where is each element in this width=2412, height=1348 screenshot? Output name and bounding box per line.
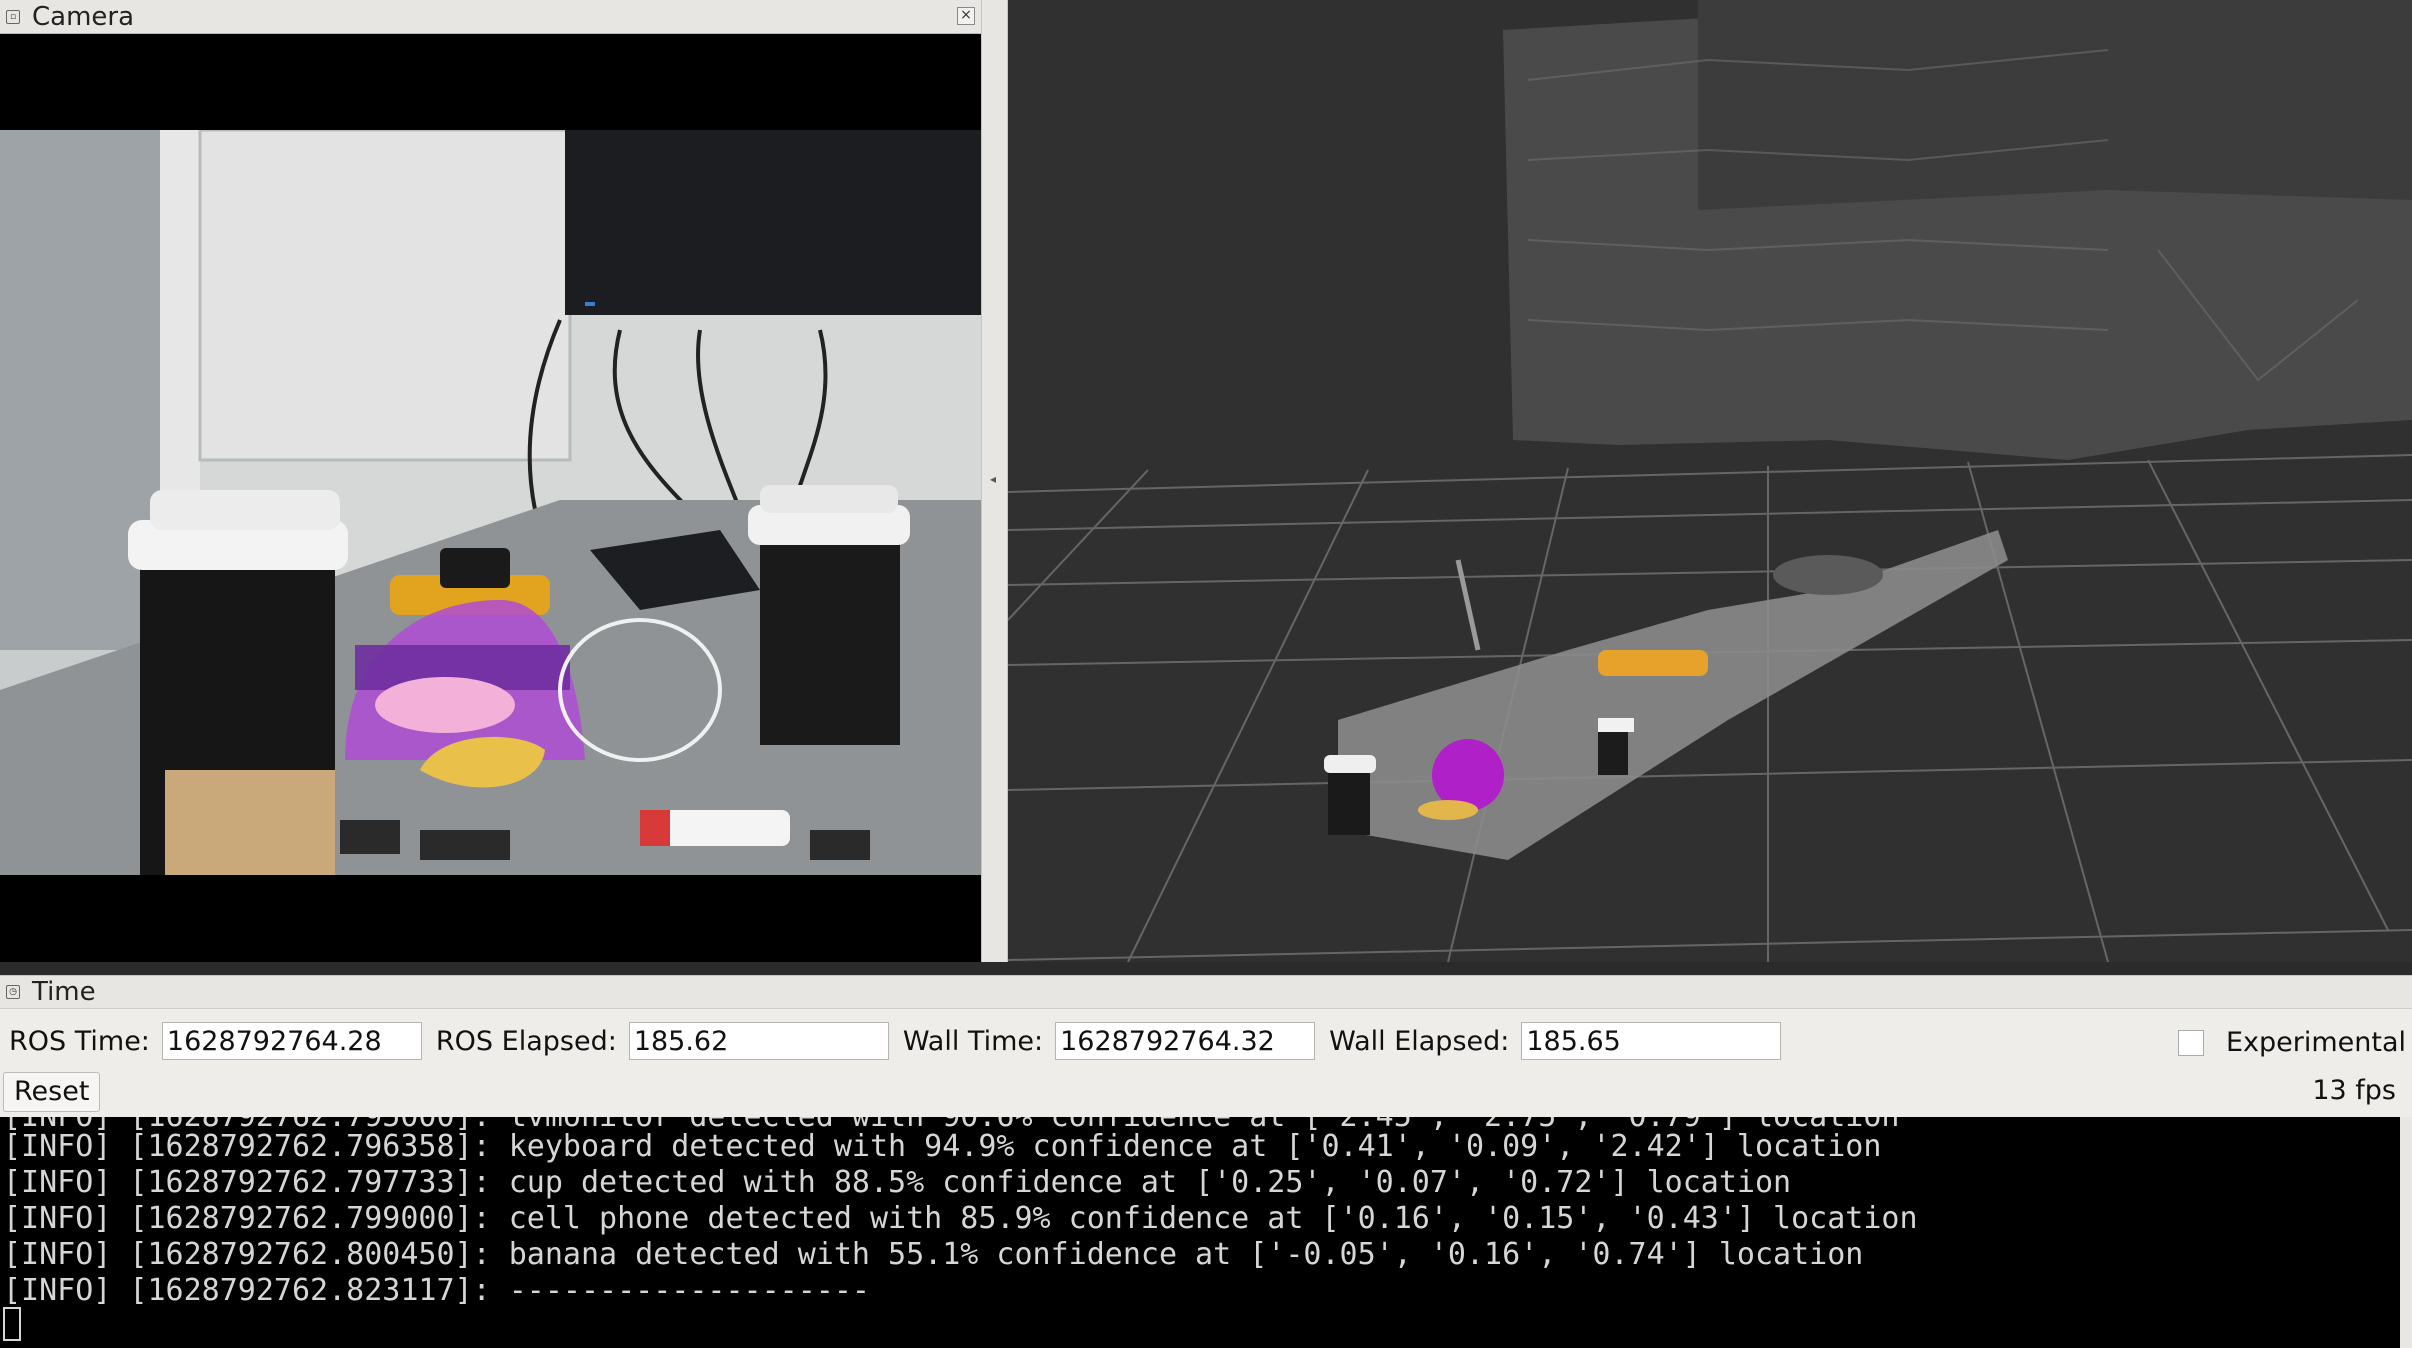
- camera-panel: ▫ Camera ×: [0, 0, 981, 962]
- terminal-line: [INFO] [1628792762.799000]: cell phone d…: [3, 1201, 1918, 1236]
- ros-elapsed-field[interactable]: [628, 1022, 889, 1060]
- camera-panel-title: Camera: [32, 1, 135, 32]
- wall-time-field[interactable]: [1055, 1022, 1316, 1060]
- terminal-line: [INFO] [1628792762.823117]: ------------…: [3, 1273, 870, 1308]
- experimental-option[interactable]: Experimental: [2177, 1027, 2406, 1058]
- terminal-scrollbar[interactable]: [2400, 1117, 2412, 1348]
- ros-time-label: ROS Time:: [9, 1025, 150, 1057]
- wall-time-label: Wall Time:: [902, 1025, 1044, 1057]
- terminal-line: [INFO] [1628792762.797733]: cup detected…: [3, 1165, 1792, 1200]
- splitter-arrow-icon[interactable]: ◂: [990, 472, 996, 486]
- ros-time-field[interactable]: [161, 1022, 422, 1060]
- close-icon[interactable]: ×: [957, 7, 975, 25]
- time-panel: ◷ Time ROS Time: ROS Elapsed: Wall Time:…: [0, 975, 2412, 1117]
- experimental-label: Experimental: [2225, 1027, 2406, 1058]
- experimental-checkbox[interactable]: [2177, 1029, 2204, 1056]
- rviz-3d-view[interactable]: [1008, 0, 2412, 962]
- terminal-line: [INFO] [1628792762.800450]: banana detec…: [3, 1237, 1864, 1272]
- point-cloud-render: [1008, 0, 2412, 962]
- camera-title-bar[interactable]: ▫ Camera ×: [0, 0, 981, 34]
- time-title-bar[interactable]: ◷ Time: [0, 975, 2412, 1009]
- time-panel-title: Time: [32, 977, 96, 1007]
- wall-elapsed-label: Wall Elapsed:: [1329, 1025, 1510, 1057]
- terminal-line: [INFO] [1628792762.796358]: keyboard det…: [3, 1129, 1882, 1164]
- camera-image: [0, 130, 981, 875]
- terminal-output[interactable]: [INFO] [1628792762.795000]: tvmonitor de…: [0, 1117, 2400, 1348]
- fps-readout: 13 fps: [2312, 1075, 2396, 1106]
- time-fields-row: ROS Time: ROS Elapsed: Wall Time: Wall E…: [0, 1019, 1782, 1063]
- panel-float-icon[interactable]: ▫: [6, 9, 20, 24]
- camera-scene-illustration: [0, 130, 981, 875]
- clock-icon: ◷: [6, 985, 20, 999]
- wall-elapsed-field[interactable]: [1521, 1022, 1782, 1060]
- terminal-cursor: [3, 1307, 21, 1341]
- reset-button[interactable]: Reset: [3, 1072, 101, 1112]
- ros-elapsed-label: ROS Elapsed:: [435, 1025, 617, 1057]
- panel-splitter[interactable]: ◂: [981, 0, 1008, 962]
